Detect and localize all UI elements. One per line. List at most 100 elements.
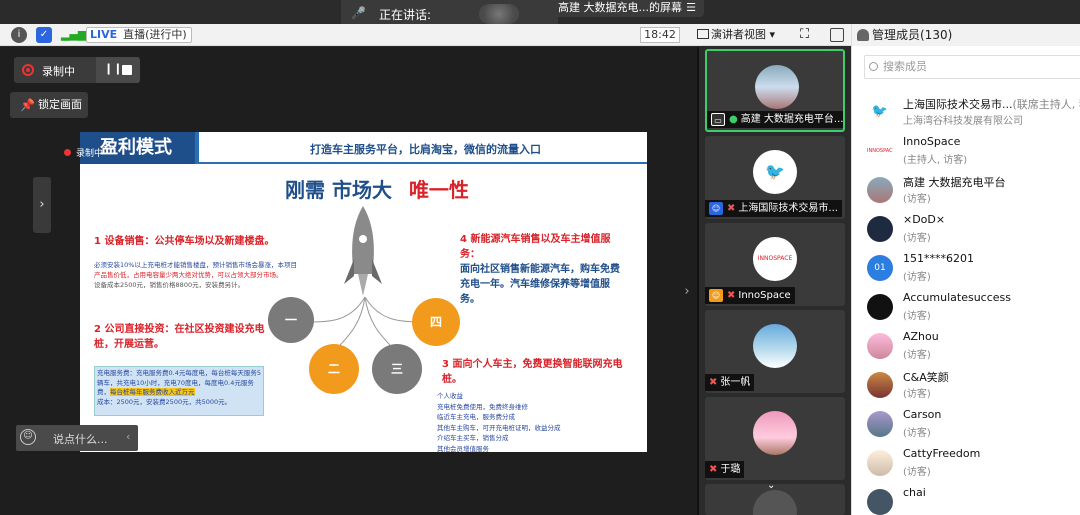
person-icon [857, 29, 869, 41]
info-icon[interactable]: i [11, 27, 27, 43]
chevron-left-icon[interactable]: ‹ [126, 430, 130, 443]
headline-part-b: 唯一性 [408, 178, 469, 202]
circle-four: 四 [412, 298, 460, 346]
slide-header: 盈利模式 打造车主服务平台，比肩淘宝，微信的流量入口 [80, 132, 647, 164]
view-mode-label: 演讲者视图 [711, 28, 766, 41]
chat-input[interactable]: ☺ 说点什么... ‹ [16, 425, 138, 451]
circle-three: 三 [372, 344, 422, 394]
member-tag: (联席主持人, 我 [1012, 98, 1080, 111]
participant-avatar [753, 324, 797, 368]
member-item[interactable]: CattyFreedom (访客) [867, 445, 1080, 483]
section-4-title: 4 新能源汽车销售以及车主增值服务： [460, 234, 611, 260]
view-mode-dropdown[interactable]: 演讲者视图 ▾ [697, 27, 789, 43]
participant-avatar [753, 411, 797, 455]
meeting-app: 🎤 正在讲话: 高建 大数据充电...的屏幕 ☰ i ✓ ▂▄▆ LIVE 直播(… [0, 0, 1080, 515]
section-3-list: 个人收益 充电桩免费使用，免费终身维修 临近车主充电，服务费分成 其他车主购车，… [437, 391, 627, 452]
mic-muted-icon: ✖ [727, 290, 736, 301]
member-item[interactable]: Carson (访客) [867, 406, 1080, 444]
mic-muted-icon: ✖ [709, 377, 718, 388]
signal-icon[interactable]: ▂▄▆ [61, 27, 86, 43]
scroll-down-button[interactable]: ⌄ [767, 480, 785, 494]
video-tile[interactable]: INNOSPACE ☺ ✖ InnoSpace [705, 223, 845, 306]
sidebar-toggle-icon[interactable] [830, 28, 844, 42]
speaker-avatar [479, 4, 519, 24]
emoji-icon[interactable]: ☺ [20, 429, 36, 445]
members-header: 管理成员(130) [852, 24, 1080, 46]
user-icon: ☺ [709, 288, 723, 302]
member-avatar [867, 333, 893, 359]
recording-panel: 录制中 ❙❙ [14, 57, 140, 83]
recording-controls: ❙❙ [96, 57, 140, 83]
recording-label: 录制中 [42, 65, 75, 78]
pause-recording-button[interactable]: ❙❙ [104, 62, 122, 75]
lock-screen-button[interactable]: 📌 锁定画面 [10, 92, 88, 118]
recording-dot-icon [64, 149, 71, 156]
member-item[interactable]: ×DoD× (访客) [867, 211, 1080, 249]
circle-two: 二 [309, 344, 359, 394]
search-icon [869, 62, 878, 71]
tile-name-bar: ▭ ● 高建 大数据充电平台... [707, 111, 844, 128]
screen-share-icon: ▭ [711, 112, 725, 126]
layout-icon [697, 29, 709, 39]
section-3-line: 个人收益 [437, 392, 463, 400]
member-item[interactable]: C&A笑颜 (访客) [867, 367, 1080, 405]
slide-headline: 刚需 市场大 唯一性 [285, 174, 469, 203]
member-item[interactable]: 高建 大数据充电平台 (访客) [867, 172, 1080, 210]
mic-muted-icon: 🎤 [351, 6, 366, 20]
tile-name-bar: ☺ ✖ 上海国际技术交易市... [705, 200, 842, 217]
shield-icon[interactable]: ✓ [36, 27, 52, 43]
member-name: CattyFreedom [903, 447, 981, 460]
slide-recording-indicator: 录制中 [64, 146, 103, 159]
member-item[interactable]: Accumulatesuccess (访客) [867, 289, 1080, 327]
shared-screen-tab[interactable]: 高建 大数据充电...的屏幕 ☰ [558, 0, 704, 17]
member-role: (访客) [903, 311, 931, 322]
slide-recording-label: 录制中 [76, 149, 104, 159]
stop-recording-button[interactable] [122, 65, 132, 75]
member-search-placeholder: 搜索成员 [883, 60, 927, 73]
tile-name: 于璐 [720, 464, 741, 475]
member-avatar: 🐦 [867, 99, 893, 125]
section-1-line-c: 设备成本2500元，销售价格8800元，安装费另计。 [94, 281, 245, 289]
mic-icon: ● [729, 114, 738, 125]
expand-left-button[interactable]: › [33, 177, 51, 233]
member-item[interactable]: INNOSPACE InnoSpace (主持人, 访客) [867, 133, 1080, 171]
member-avatar [867, 294, 893, 320]
collapse-right-button[interactable]: › [681, 272, 693, 312]
shared-screen-label: 高建 大数据充电...的屏幕 [558, 1, 682, 14]
tile-name: 高建 大数据充电平台... [740, 114, 844, 125]
tile-name-bar: ☺ ✖ InnoSpace [705, 287, 795, 304]
fullscreen-icon[interactable]: ⛶ [800, 28, 814, 42]
member-role: (访客) [903, 467, 931, 478]
video-tile[interactable]: ▭ ● 高建 大数据充电平台... [705, 49, 845, 132]
section-3-line: 介绍车主买车，销售分成 [437, 434, 509, 442]
members-panel: 管理成员(130) 搜索成员 🐦 上海国际技术交易市...(联席主持人, 我 上… [851, 24, 1080, 515]
section-4-body: 面向社区销售新能源汽车，购车免费充电一年。汽车维修保养等增值服务。 [460, 264, 620, 305]
recording-dot-icon [22, 64, 34, 76]
shared-slide: 盈利模式 打造车主服务平台，比肩淘宝，微信的流量入口 刚需 市场大 唯一性 1 … [80, 132, 647, 452]
member-item[interactable]: 01 151****6201 (访客) [867, 250, 1080, 288]
video-tile[interactable]: ✖ 于璐 [705, 397, 845, 480]
member-name: Carson [903, 408, 942, 421]
section-3-title: 3 面向个人车主，免费更换智能联网充电桩。 [442, 359, 623, 385]
section-2-box-highlight: 每台桩每年服务费收入近万元 [110, 388, 195, 396]
video-tile[interactable]: ✖ 张一帆 [705, 310, 845, 393]
member-name: 上海国际技术交易市...(联席主持人, 我 [903, 96, 1080, 112]
main-stage: 录制中 ❙❙ 📌 锁定画面 › › 盈利模式 打造车主服务平台，比肩淘宝，微信的… [0, 47, 697, 515]
mic-muted-icon: ✖ [727, 203, 736, 214]
member-item[interactable]: AZhou (访客) [867, 328, 1080, 366]
member-name: 151****6201 [903, 252, 974, 265]
tile-name-bar: ✖ 张一帆 [705, 374, 755, 391]
member-item[interactable]: 🐦 上海国际技术交易市...(联席主持人, 我 上海湾谷科技发展有限公司 [867, 94, 1080, 132]
member-name: InnoSpace [903, 135, 961, 148]
member-search-input[interactable]: 搜索成员 [864, 55, 1080, 79]
members-count-label: 管理成员(130) [872, 28, 953, 42]
member-avatar [867, 372, 893, 398]
member-avatar [867, 177, 893, 203]
section-1-line-b: 产品售价低，占用电容量少两大绝对优势，可以占领大部分市场。 [94, 271, 283, 279]
live-status-badge[interactable]: LIVE 直播(进行中) [86, 27, 192, 43]
menu-icon[interactable]: ☰ [686, 0, 696, 15]
mic-muted-icon: ✖ [709, 464, 718, 475]
member-item[interactable]: chai [867, 484, 1080, 515]
member-name: 高建 大数据充电平台 [903, 176, 1006, 189]
video-tile[interactable]: 🐦 ☺ ✖ 上海国际技术交易市... [705, 136, 845, 219]
